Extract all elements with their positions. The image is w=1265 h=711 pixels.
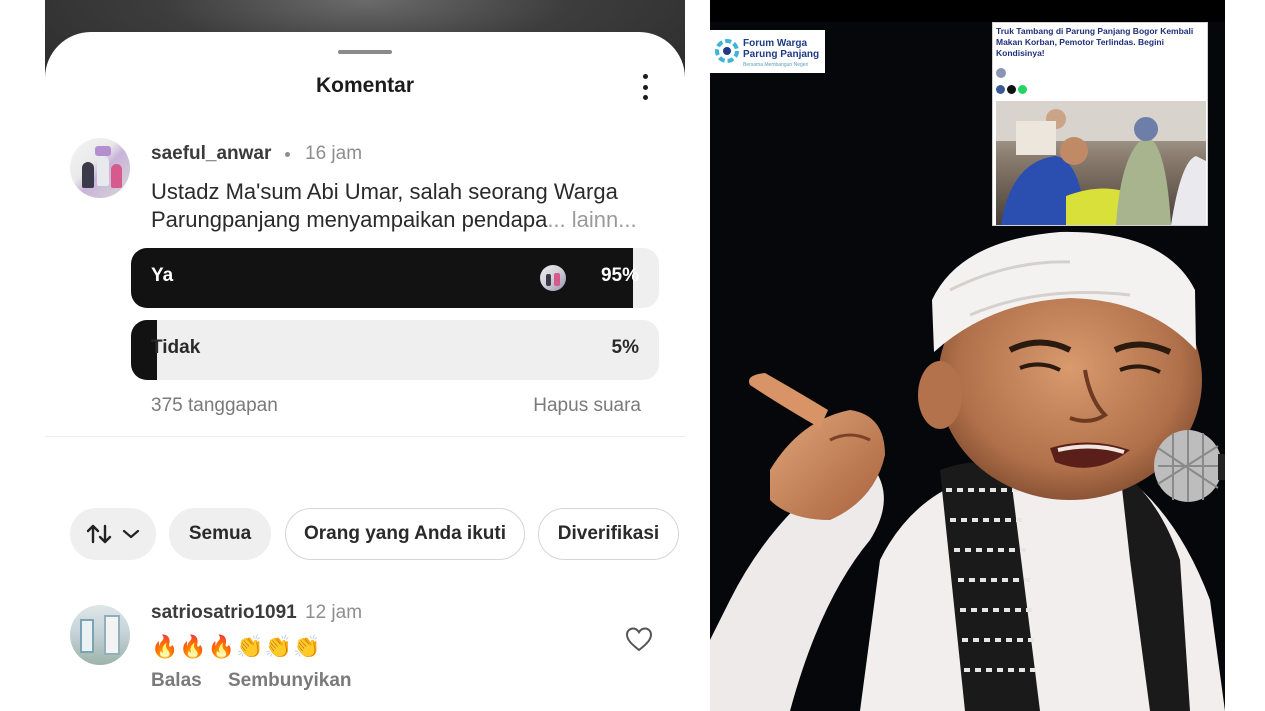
microphone-icon [1154, 430, 1225, 502]
comments-panel: Komentar saeful_anwar 16 jam Ustadz Ma's… [45, 0, 685, 711]
heart-icon[interactable] [625, 626, 653, 652]
post-image: Forum Warga Parung Panjang Bersama Memba… [710, 0, 1225, 711]
poll-response-count: 375 tanggapan [151, 395, 278, 416]
logo-line-1: Forum Warga [743, 38, 808, 49]
reply-button[interactable]: Balas [151, 670, 202, 692]
filter-verified-chip[interactable]: Diverifikasi [538, 508, 679, 560]
chevron-down-icon [122, 529, 140, 539]
news-photo [996, 101, 1206, 225]
sort-button[interactable] [70, 508, 156, 560]
sort-arrows-icon [86, 524, 112, 544]
comment-username[interactable]: satriosatrio1091 [151, 602, 297, 624]
forum-logo: Forum Warga Parung Panjang Bersama Memba… [710, 30, 825, 73]
separator-dot [285, 152, 290, 157]
logo-tagline: Bersama Membangun Negeri [743, 62, 809, 68]
news-headline: Truk Tambang di Parung Panjang Bogor Kem… [996, 26, 1194, 58]
more-options-icon[interactable] [637, 72, 653, 102]
poll-option-percent: 95% [600, 265, 639, 286]
poll-option-percent: 5% [611, 337, 639, 358]
divider [45, 436, 685, 437]
filter-all-chip[interactable]: Semua [169, 508, 271, 560]
voter-avatar [540, 265, 566, 291]
hide-button[interactable]: Sembunyikan [228, 670, 352, 692]
news-screenshot: Truk Tambang di Parung Panjang Bogor Kem… [992, 22, 1208, 226]
drag-handle[interactable] [338, 50, 392, 54]
post-time: 16 jam [305, 143, 363, 164]
avatar[interactable] [70, 605, 130, 665]
facebook-icon [996, 85, 1005, 94]
author-avatar [996, 68, 1006, 78]
poll-option-tidak[interactable]: Tidak 5% [131, 320, 659, 380]
logo-mark-icon [715, 39, 739, 63]
share-icons [996, 85, 1027, 95]
whatsapp-icon [1018, 85, 1027, 94]
poll-option-label: Ya [151, 265, 174, 286]
comment-time: 12 jam [305, 602, 363, 623]
comment-text: 🔥🔥🔥👏👏👏 [151, 634, 322, 659]
logo-line-2: Parung Panjang [743, 49, 820, 60]
x-icon [1007, 85, 1016, 94]
post-text: Ustadz Ma'sum Abi Umar, salah seorang Wa… [151, 178, 671, 234]
filter-following-chip[interactable]: Orang yang Anda ikuti [285, 508, 525, 560]
remove-vote-button[interactable]: Hapus suara [533, 395, 641, 417]
avatar[interactable] [70, 138, 130, 198]
read-more-link[interactable]: ... lainn... [547, 207, 636, 232]
poll-option-label: Tidak [151, 337, 201, 358]
poll-option-ya[interactable]: Ya 95% [131, 248, 659, 308]
sheet-title: Komentar [315, 74, 415, 97]
post-username[interactable]: saeful_anwar [151, 143, 271, 165]
news-meta [996, 68, 1206, 78]
